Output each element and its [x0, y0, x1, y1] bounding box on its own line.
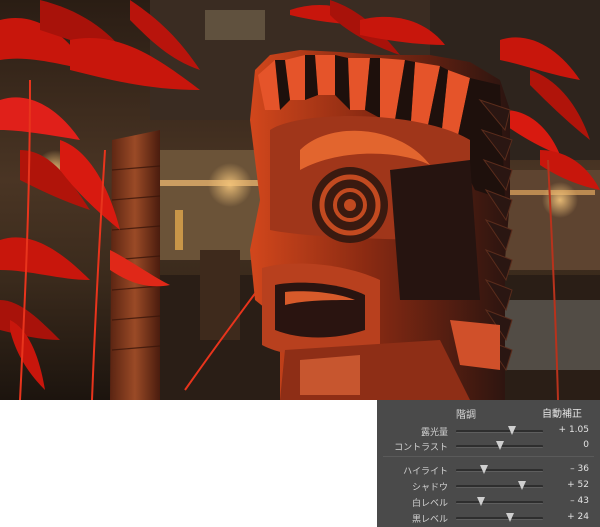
slider-thumb[interactable]: [477, 497, 486, 506]
slider-thumb[interactable]: [518, 481, 527, 490]
slider-label: シャドウ: [411, 483, 448, 493]
develop-tone-panel: 階調 自動補正 露光量 + 1.05 コントラスト 0 ハイライト – 36 シ…: [377, 400, 600, 527]
exposure-slider[interactable]: [456, 426, 543, 435]
whites-slider[interactable]: [456, 497, 543, 506]
slider-value[interactable]: 0: [583, 440, 589, 450]
slider-value[interactable]: – 36: [570, 464, 589, 474]
slider-thumb[interactable]: [505, 513, 514, 522]
slider-thumb[interactable]: [495, 441, 504, 450]
slider-row-blacks: 黒レベル + 24: [377, 511, 600, 525]
contrast-slider[interactable]: [456, 441, 543, 450]
slider-row-highlights: ハイライト – 36: [377, 463, 600, 477]
slider-row-shadows: シャドウ + 52: [377, 479, 600, 493]
slider-thumb[interactable]: [479, 465, 488, 474]
auto-tone-button[interactable]: 自動補正: [542, 405, 582, 420]
slider-thumb[interactable]: [507, 426, 516, 435]
slider-row-contrast: コントラスト 0: [377, 439, 600, 453]
slider-value[interactable]: + 1.05: [559, 425, 589, 435]
slider-label: 露光量: [420, 428, 448, 438]
highlights-slider[interactable]: [456, 465, 543, 474]
slider-label: 白レベル: [411, 499, 448, 509]
panel-header: 階調 自動補正: [377, 400, 600, 422]
slider-value[interactable]: + 52: [567, 480, 589, 490]
panel-title: 階調: [456, 410, 476, 421]
slider-value[interactable]: + 24: [567, 512, 589, 522]
blacks-slider[interactable]: [456, 513, 543, 522]
slider-label: コントラスト: [394, 443, 448, 453]
slider-row-whites: 白レベル – 43: [377, 495, 600, 509]
slider-value[interactable]: – 43: [570, 496, 589, 506]
slider-label: 黒レベル: [411, 515, 448, 525]
tiki-statue-photo: [0, 0, 600, 400]
photo-preview: [0, 0, 600, 400]
slider-row-exposure: 露光量 + 1.05: [377, 424, 600, 438]
shadows-slider[interactable]: [456, 481, 543, 490]
slider-label: ハイライト: [403, 467, 448, 477]
section-divider: [383, 456, 594, 457]
